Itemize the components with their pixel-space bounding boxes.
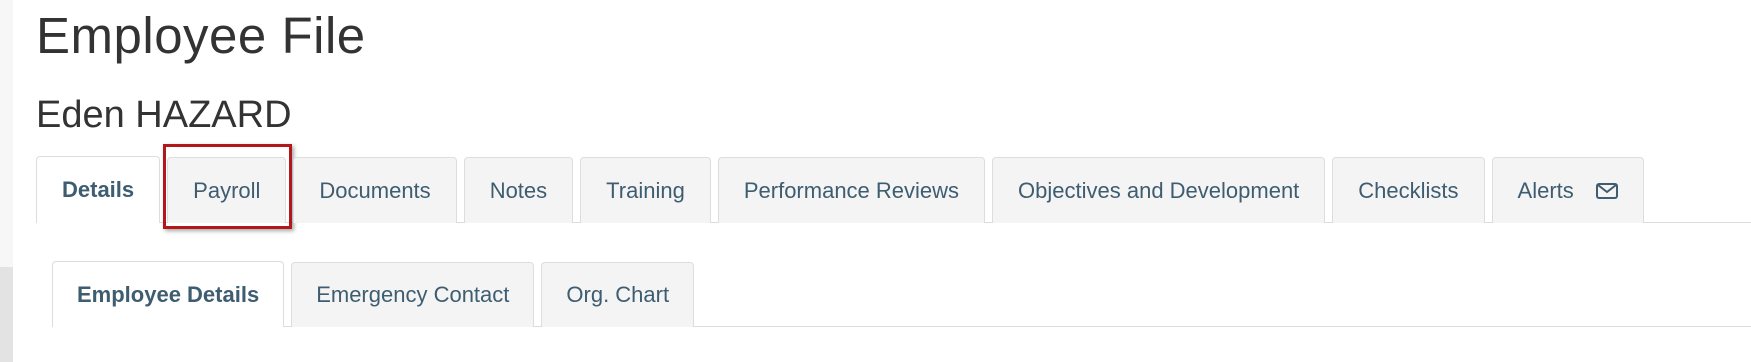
tab-label: Objectives and Development (1018, 177, 1300, 203)
tab-label: Documents (319, 177, 431, 203)
tab-notes[interactable]: Notes (463, 157, 574, 223)
tab-payroll[interactable]: Payroll (163, 144, 293, 229)
sidebar-scroll-area (0, 267, 13, 362)
page-title: Employee File (36, 7, 366, 64)
subtab-label: Employee Details (77, 281, 260, 307)
envelope-icon (1595, 182, 1618, 199)
tab-performance-reviews[interactable]: Performance Reviews (717, 157, 986, 223)
secondary-tab-bar: Employee Details Emergency Contact Org. … (52, 261, 701, 327)
primary-tab-bar: Details Payroll Documents Notes Training… (36, 144, 1651, 229)
employee-name: Eden HAZARD (36, 94, 292, 136)
tab-label: Alerts (1517, 177, 1574, 203)
tab-alerts[interactable]: Alerts (1491, 157, 1644, 223)
tab-label: Performance Reviews (743, 177, 960, 203)
subtab-label: Emergency Contact (316, 282, 510, 307)
tab-label: Payroll (193, 177, 261, 203)
subtab-org-chart[interactable]: Org. Chart (541, 262, 695, 327)
tab-label: Details (62, 177, 135, 202)
tab-label: Training (606, 177, 685, 203)
tab-documents[interactable]: Documents (293, 157, 457, 223)
tab-label: Checklists (1358, 177, 1459, 203)
tab-checklists[interactable]: Checklists (1332, 157, 1485, 223)
subtab-employee-details[interactable]: Employee Details (52, 261, 285, 327)
subtab-emergency-contact[interactable]: Emergency Contact (291, 262, 535, 327)
left-sidebar-edge (0, 0, 13, 362)
tab-details[interactable]: Details (36, 156, 161, 223)
tab-training[interactable]: Training (580, 157, 711, 223)
tab-label: Notes (489, 177, 548, 203)
subtab-label: Org. Chart (566, 282, 670, 307)
tab-objectives-and-development[interactable]: Objectives and Development (992, 157, 1326, 223)
employee-file-page: Employee File Eden HAZARD Details Payrol… (0, 0, 1751, 362)
